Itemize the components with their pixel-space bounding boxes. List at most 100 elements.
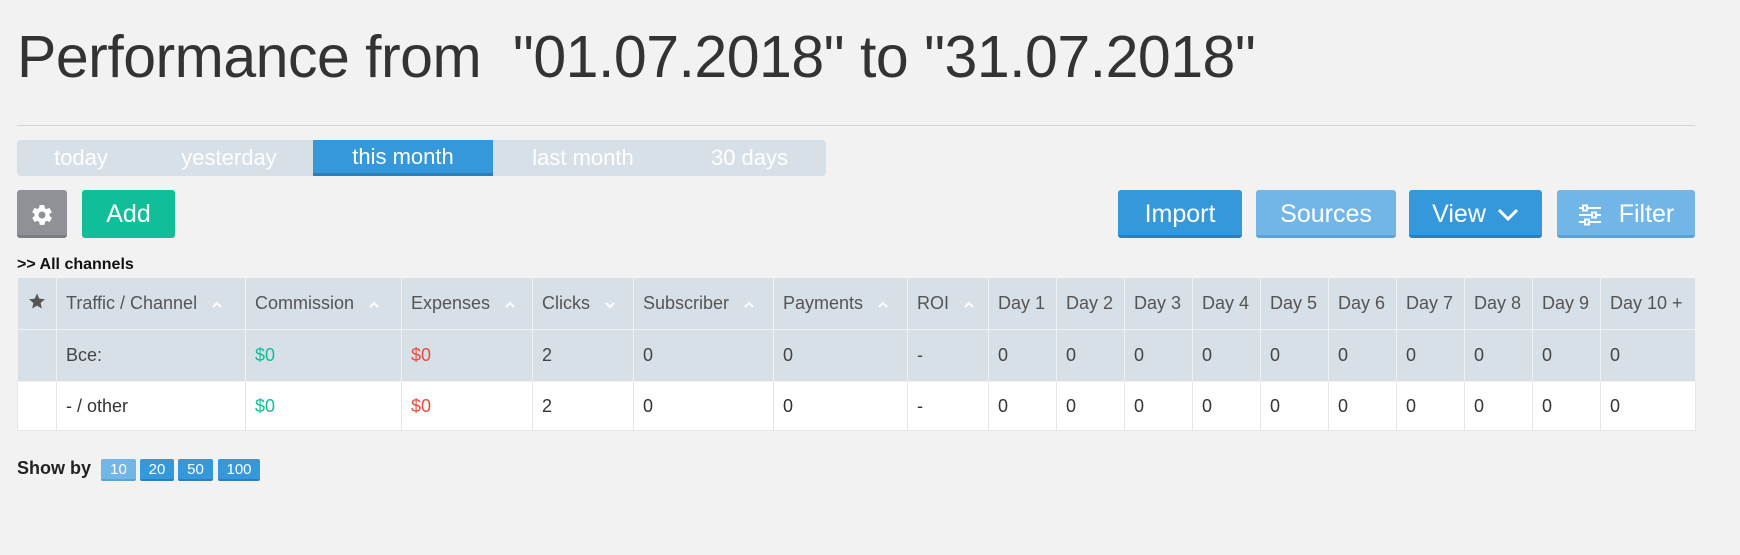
- page-size-50-button[interactable]: 50: [178, 459, 213, 481]
- cell-day-9: 0: [1532, 329, 1601, 382]
- sliders-icon: [1578, 204, 1601, 226]
- chevron-up-icon[interactable]: [211, 293, 223, 314]
- cell-traffic-channel: - / other: [56, 381, 246, 431]
- column-header-payments[interactable]: Payments: [773, 277, 908, 330]
- filter-button-label: Filter: [1618, 200, 1675, 228]
- column-header-subscriber[interactable]: Subscriber: [633, 277, 774, 330]
- column-header-label: Day 4: [1202, 293, 1250, 313]
- column-header-label: Day 6: [1338, 293, 1386, 313]
- chevron-up-icon[interactable]: [963, 293, 975, 314]
- cell-day-8: 0: [1464, 329, 1533, 382]
- star-icon[interactable]: [28, 292, 46, 310]
- row-favorite-cell: [17, 381, 57, 431]
- cell-day-10: 0: [1600, 329, 1696, 382]
- column-header-expenses[interactable]: Expenses: [401, 277, 533, 330]
- cell-payments: 0: [773, 329, 908, 382]
- add-button[interactable]: Add: [82, 190, 175, 238]
- cell-day-6: 0: [1328, 381, 1397, 431]
- cell-day-5: 0: [1260, 329, 1329, 382]
- cell-day-7: 0: [1396, 329, 1465, 382]
- period-tab-30-days[interactable]: 30 days: [673, 140, 826, 176]
- cell-traffic-channel: Все:: [56, 329, 246, 382]
- period-selector: today yesterday this month last month 30…: [17, 140, 826, 176]
- cell-day-5: 0: [1260, 381, 1329, 431]
- view-button-label: View: [1432, 200, 1486, 228]
- settings-button[interactable]: [17, 190, 67, 238]
- column-header-label: Day 5: [1270, 293, 1318, 313]
- table-total-row[interactable]: Все: $0 $0 2 0 0-0 0 0 0 0 0 0 0 0 0: [17, 329, 1696, 382]
- period-tab-yesterday[interactable]: yesterday: [145, 140, 313, 176]
- table-header-row: Traffic / Channel Commission Expenses Click…: [17, 277, 1696, 330]
- column-header-favorite: [17, 277, 57, 330]
- column-header-label: Day 9: [1542, 293, 1590, 313]
- chevron-down-icon: [1497, 209, 1518, 222]
- column-header-label: Day 2: [1066, 293, 1114, 313]
- cell-commission: $0: [245, 381, 402, 431]
- column-header-day-2: Day 2: [1056, 277, 1125, 330]
- column-header-day-7: Day 7: [1396, 277, 1465, 330]
- column-header-day-8: Day 8: [1464, 277, 1533, 330]
- column-header-commission[interactable]: Commission: [245, 277, 402, 330]
- performance-page: Performance from "01.07.2018" to "31.07.…: [0, 0, 1740, 555]
- column-header-label: Day 7: [1406, 293, 1454, 313]
- page-size-10-button[interactable]: 10: [101, 459, 136, 481]
- cell-clicks: 2: [532, 381, 634, 431]
- page-size-20-button[interactable]: 20: [140, 459, 174, 481]
- period-tab-last-month[interactable]: last month: [493, 140, 673, 176]
- show-by-label: Show by: [17, 458, 92, 478]
- title-divider: [17, 125, 1695, 126]
- column-header-day-1: Day 1: [988, 277, 1057, 330]
- breadcrumb: >> All channels: [17, 256, 134, 274]
- gear-icon: [32, 205, 52, 226]
- chevron-up-icon[interactable]: [368, 293, 380, 314]
- period-tab-this-month[interactable]: this month: [313, 140, 493, 176]
- column-header-clicks[interactable]: Clicks: [532, 277, 634, 330]
- column-header-label: Clicks: [542, 292, 590, 313]
- column-header-label: Day 8: [1474, 293, 1522, 313]
- chevron-down-icon[interactable]: [604, 293, 616, 314]
- cell-day-7: 0: [1396, 381, 1465, 431]
- column-header-label: Expenses: [411, 292, 491, 313]
- column-header-label: Commission: [255, 292, 355, 313]
- cell-subscriber: 0: [633, 329, 774, 382]
- column-header-day-9: Day 9: [1532, 277, 1601, 330]
- table-row[interactable]: - / other $0 $0 2 0 0-0 0 0 0 0 0 0 0 0 0: [17, 381, 1696, 431]
- cell-day-2: 0: [1056, 381, 1125, 431]
- chevron-up-icon[interactable]: [743, 293, 755, 314]
- cell-roi: -: [907, 381, 989, 431]
- cell-day-4: 0: [1192, 381, 1261, 431]
- column-header-label: Day 3: [1134, 293, 1182, 313]
- cell-day-3: 0: [1124, 381, 1193, 431]
- cell-day-2: 0: [1056, 329, 1125, 382]
- cell-day-8: 0: [1464, 381, 1533, 431]
- chevron-up-icon[interactable]: [877, 293, 889, 314]
- cell-day-6: 0: [1328, 329, 1397, 382]
- cell-day-1: 0: [988, 329, 1057, 382]
- cell-expenses: $0: [401, 381, 533, 431]
- column-header-roi[interactable]: ROI: [907, 277, 989, 330]
- cell-commission: $0: [245, 329, 402, 382]
- period-tab-today[interactable]: today: [17, 140, 145, 176]
- chevron-up-icon[interactable]: [504, 293, 516, 314]
- cell-payments: 0: [773, 381, 908, 431]
- performance-table: Traffic / Channel Commission Expenses Click…: [17, 277, 1696, 431]
- column-header-traffic-channel[interactable]: Traffic / Channel: [56, 277, 246, 330]
- breadcrumb-prefix: >>: [17, 256, 36, 273]
- row-favorite-cell: [17, 329, 57, 382]
- import-button[interactable]: Import: [1118, 190, 1242, 238]
- cell-clicks: 2: [532, 329, 634, 382]
- view-button[interactable]: View: [1409, 190, 1542, 238]
- column-header-label: Subscriber: [643, 292, 730, 313]
- cell-day-3: 0: [1124, 329, 1193, 382]
- sources-button[interactable]: Sources: [1256, 190, 1396, 238]
- filter-button[interactable]: Filter: [1557, 190, 1695, 238]
- column-header-label: Payments: [783, 292, 864, 313]
- breadcrumb-all-channels[interactable]: All channels: [40, 256, 134, 273]
- page-title: Performance from "01.07.2018" to "31.07.…: [17, 24, 1256, 90]
- column-header-label: Traffic / Channel: [66, 292, 198, 313]
- cell-subscriber: 0: [633, 381, 774, 431]
- column-header-label: ROI: [917, 292, 950, 313]
- column-header-day-5: Day 5: [1260, 277, 1329, 330]
- cell-day-10: 0: [1600, 381, 1696, 431]
- page-size-100-button[interactable]: 100: [218, 459, 260, 481]
